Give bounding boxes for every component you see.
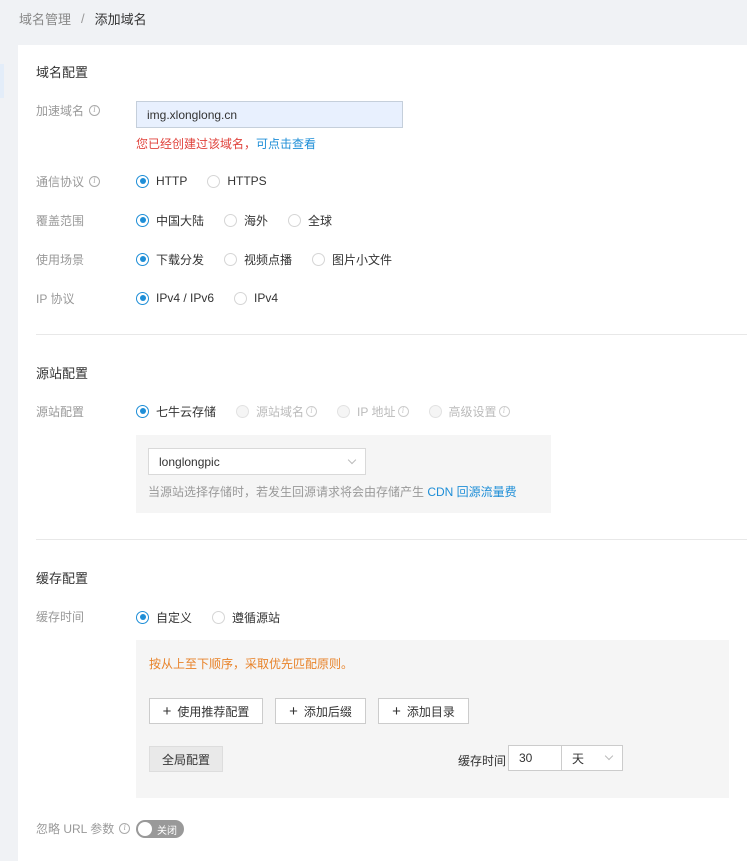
breadcrumb: 域名管理 / 添加域名 <box>19 9 147 27</box>
radio-dot <box>236 404 250 418</box>
section-title-domain: 域名配置 <box>36 65 89 80</box>
ignore-url-label: 忽略 URL 参数 i <box>36 819 131 837</box>
radio-dot <box>312 252 326 266</box>
radio-global[interactable]: 全球 <box>288 212 332 229</box>
radio-download[interactable]: 下载分发 <box>136 251 204 268</box>
radio-dot <box>337 404 351 418</box>
bucket-select[interactable]: longlongpic <box>148 448 366 475</box>
radio-overseas[interactable]: 海外 <box>224 212 268 229</box>
section-divider <box>36 539 747 540</box>
info-icon[interactable]: i <box>119 822 131 834</box>
cache-time-input[interactable] <box>508 745 562 771</box>
origin-fee-link[interactable]: CDN 回源流量费 <box>427 485 516 499</box>
breadcrumb-parent[interactable]: 域名管理 <box>19 9 71 28</box>
radio-ipv4[interactable]: IPv4 <box>234 291 278 305</box>
radio-dot <box>207 174 221 188</box>
radio-mainland[interactable]: 中国大陆 <box>136 212 204 229</box>
cache-unit-select[interactable]: 天 <box>561 745 623 771</box>
radio-dot <box>136 610 149 624</box>
domain-error-message: 您已经创建过该域名，可点击查看 <box>136 137 317 151</box>
cache-priority-tip: 按从上至下顺序，采取优先匹配原则。 <box>149 657 354 671</box>
add-directory-button[interactable]: + 添加目录 <box>378 698 469 724</box>
info-icon[interactable]: i <box>306 405 318 417</box>
domain-label: 加速域名 i <box>36 101 101 119</box>
section-title-cache: 缓存配置 <box>36 571 89 586</box>
radio-dot <box>136 252 149 266</box>
radio-dot <box>428 404 442 418</box>
origin-settings-box: longlongpic 当源站选择存储时，若发生回源请求将会由存储产生 CDN … <box>136 435 551 513</box>
protocol-radio-group: HTTP HTTPS <box>136 172 287 190</box>
coverage-radio-group: 中国大陆 海外 全球 <box>136 211 352 229</box>
cache-time-label: 缓存时间 <box>458 754 507 768</box>
section-divider <box>36 334 747 335</box>
radio-custom[interactable]: 自定义 <box>136 609 192 626</box>
scenario-radio-group: 下载分发 视频点播 图片小文件 <box>136 250 412 268</box>
add-suffix-button[interactable]: + 添加后缀 <box>275 698 366 724</box>
use-recommended-config-button[interactable]: + 使用推荐配置 <box>149 698 263 724</box>
radio-dot <box>212 610 226 624</box>
global-config-button[interactable]: 全局配置 <box>149 746 223 772</box>
radio-vod[interactable]: 视频点播 <box>224 251 292 268</box>
radio-ipv4-ipv6[interactable]: IPv4 / IPv6 <box>136 291 214 305</box>
plus-icon: + <box>289 702 298 720</box>
radio-http[interactable]: HTTP <box>136 174 187 188</box>
radio-dot <box>224 213 238 227</box>
sidebar-active-indicator <box>0 64 4 98</box>
origin-hint: 当源站选择存储时，若发生回源请求将会由存储产生 CDN 回源流量费 <box>148 485 517 499</box>
radio-dot <box>224 252 238 266</box>
radio-dot <box>136 174 149 188</box>
origin-radio-group: 七牛云存储 源站域名 i IP 地址 i 高级设置 i <box>136 402 530 420</box>
form-panel: 域名配置 加速域名 i 您已经创建过该域名，可点击查看 通信协议 i HTTP … <box>18 45 747 861</box>
view-domain-link[interactable]: 可点击查看 <box>256 137 316 151</box>
info-icon[interactable]: i <box>498 405 510 417</box>
coverage-label: 覆盖范围 <box>36 213 85 228</box>
scenario-label: 使用场景 <box>36 252 85 267</box>
radio-dot <box>136 404 149 418</box>
cache-rules-box: 按从上至下顺序，采取优先匹配原则。 + 使用推荐配置 + 添加后缀 + 添加目录 全局… <box>136 640 729 798</box>
radio-follow-origin[interactable]: 遵循源站 <box>212 609 280 626</box>
radio-advanced[interactable]: 高级设置 i <box>428 403 510 420</box>
cache-time-row-label: 缓存时间 <box>36 609 85 624</box>
radio-qiniu-storage[interactable]: 七牛云存储 <box>136 403 216 420</box>
toggle-text: 关闭 <box>157 825 177 837</box>
chevron-down-icon <box>347 455 357 464</box>
breadcrumb-separator: / <box>81 10 85 26</box>
radio-dot <box>136 213 149 227</box>
info-icon[interactable]: i <box>397 405 409 417</box>
protocol-label: 通信协议 i <box>36 172 101 190</box>
radio-origin-domain[interactable]: 源站域名 i <box>236 403 318 420</box>
info-icon[interactable]: i <box>89 175 101 187</box>
radio-dot <box>136 291 149 305</box>
radio-dot <box>288 213 302 227</box>
radio-dot <box>234 291 248 305</box>
origin-label: 源站配置 <box>36 404 85 419</box>
cache-radio-group: 自定义 遵循源站 <box>136 608 300 626</box>
ignore-url-toggle[interactable]: 关闭 <box>136 820 184 838</box>
cache-unit-value: 天 <box>572 751 585 766</box>
domain-input[interactable] <box>136 101 403 128</box>
ip-protocol-radio-group: IPv4 / IPv6 IPv4 <box>136 289 298 307</box>
toggle-knob <box>138 822 152 836</box>
info-icon[interactable]: i <box>89 104 101 116</box>
bucket-select-value: longlongpic <box>159 454 220 469</box>
radio-https[interactable]: HTTPS <box>207 174 267 188</box>
plus-icon: + <box>162 702 172 720</box>
chevron-down-icon <box>604 751 614 761</box>
breadcrumb-current: 添加域名 <box>94 11 147 27</box>
ip-protocol-label: IP 协议 <box>36 291 75 306</box>
radio-small-images[interactable]: 图片小文件 <box>312 251 392 268</box>
radio-ip-address[interactable]: IP 地址 i <box>337 403 409 420</box>
sidebar-edge <box>0 0 4 861</box>
plus-icon: + <box>392 702 401 720</box>
section-title-origin: 源站配置 <box>36 366 89 381</box>
